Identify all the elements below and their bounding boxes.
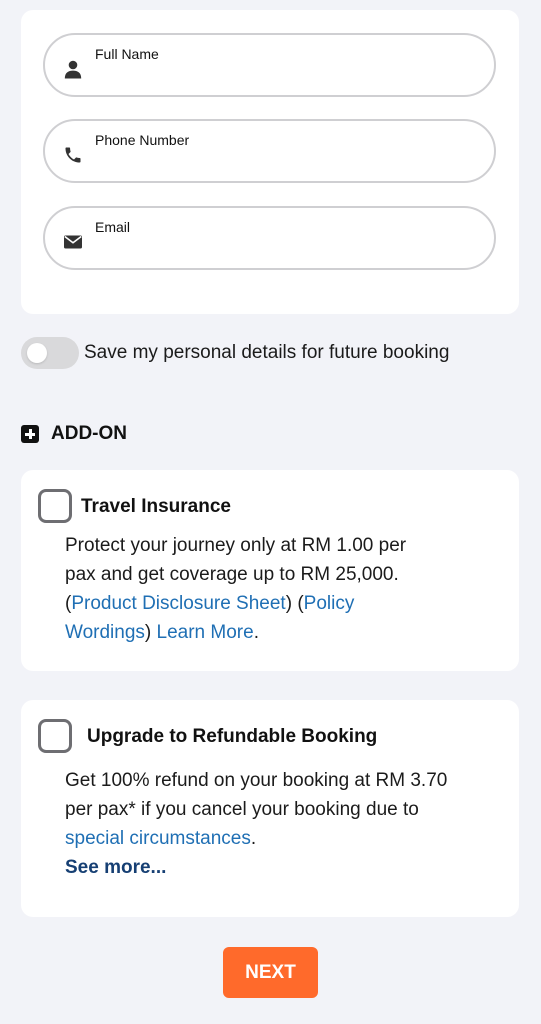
save-details-row: Save my personal details for future book… (21, 336, 449, 370)
refund-line-3: special circumstances. (65, 824, 447, 853)
refund-line-2: per pax* if you cancel your booking due … (65, 799, 419, 820)
full-name-label: Full Name (95, 46, 159, 62)
insurance-line-2: pax and get coverage up to RM 25,000. (65, 564, 399, 585)
paren-separator: ) ( (285, 593, 304, 614)
person-icon (63, 59, 83, 79)
toggle-knob (27, 343, 47, 363)
travel-insurance-card: Travel Insurance Protect your journey on… (21, 470, 519, 671)
refundable-booking-card: Upgrade to Refundable Booking Get 100% r… (21, 700, 519, 917)
email-field[interactable]: Email (43, 206, 496, 270)
period: . (250, 828, 257, 849)
insurance-line-4: Wordings) Learn More. (65, 618, 406, 647)
personal-details-card: Full Name Phone Number Email (21, 10, 519, 314)
product-disclosure-sheet-link[interactable]: Product Disclosure Sheet (71, 593, 285, 614)
travel-insurance-description: Protect your journey only at RM 1.00 per… (65, 531, 406, 647)
refundable-booking-title: Upgrade to Refundable Booking (87, 726, 378, 747)
phone-number-field[interactable]: Phone Number (43, 119, 496, 183)
special-circumstances-link[interactable]: special circumstances (65, 828, 251, 849)
learn-more-link[interactable]: Learn More (157, 622, 254, 643)
refundable-booking-checkbox[interactable] (38, 719, 72, 753)
addon-heading: ADD-ON (21, 423, 127, 445)
period: . (253, 622, 259, 643)
full-name-input[interactable] (95, 67, 475, 89)
insurance-line-3: (Product Disclosure Sheet) (Policy (65, 589, 406, 618)
addon-heading-text: ADD-ON (51, 423, 127, 444)
policy-wordings-link-part-2[interactable]: Wordings (65, 622, 145, 643)
paren-close: ) (144, 622, 152, 643)
full-name-field[interactable]: Full Name (43, 33, 496, 97)
see-more-link[interactable]: See more... (65, 853, 447, 882)
phone-icon (63, 145, 83, 165)
insurance-line-1: Protect your journey only at RM 1.00 per (65, 535, 407, 556)
policy-wordings-link-part-1[interactable]: Policy (304, 593, 355, 614)
next-button[interactable]: NEXT (223, 947, 318, 998)
save-details-label: Save my personal details for future book… (84, 342, 450, 363)
email-label: Email (95, 219, 131, 235)
refundable-booking-description: Get 100% refund on your booking at RM 3.… (65, 766, 447, 882)
phone-number-input[interactable] (95, 153, 475, 175)
travel-insurance-title: Travel Insurance (81, 496, 231, 517)
travel-insurance-checkbox[interactable] (38, 489, 72, 523)
phone-number-label: Phone Number (95, 132, 190, 148)
plus-square-icon (21, 425, 39, 443)
save-details-toggle[interactable] (21, 337, 79, 369)
refund-line-1: Get 100% refund on your booking at RM 3.… (65, 770, 448, 791)
envelope-icon (63, 232, 83, 252)
email-input[interactable] (95, 240, 475, 262)
